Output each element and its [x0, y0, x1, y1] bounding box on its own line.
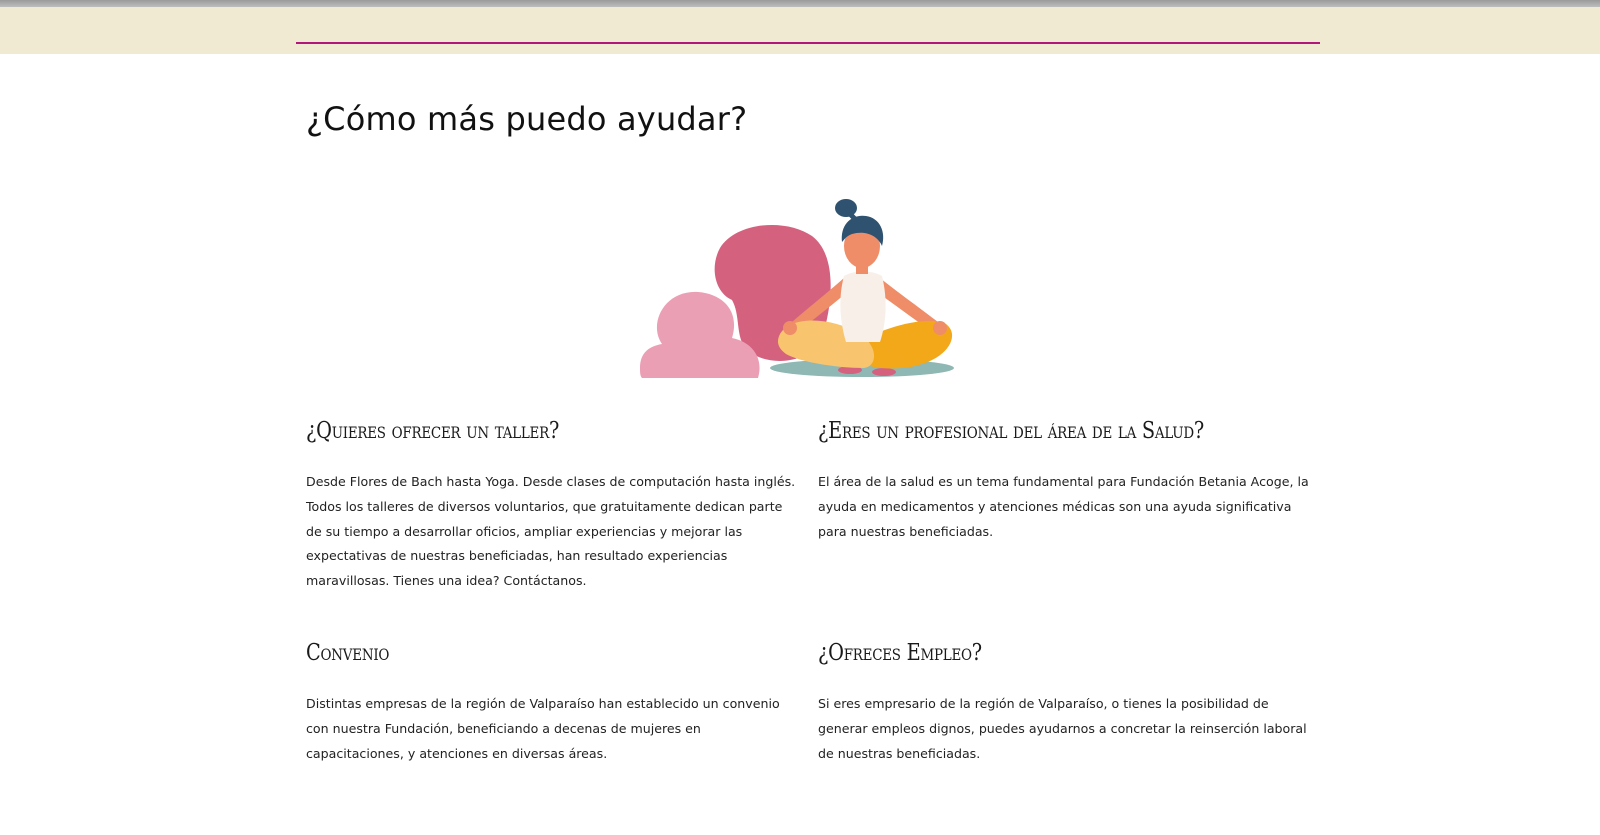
right-foot: [872, 368, 896, 376]
right-hand: [933, 321, 947, 335]
section-text: Distintas empresas de la región de Valpa…: [306, 696, 780, 761]
section-title: ¿Eres un profesional del área de la Salu…: [818, 418, 1205, 444]
header-divider: [296, 42, 1320, 44]
section-title: Convenio: [306, 640, 390, 666]
page-title: ¿Cómo más puedo ayudar?: [306, 100, 748, 138]
site-header: [0, 7, 1600, 54]
section-text: Desde Flores de Bach hasta Yoga. Desde c…: [306, 474, 796, 589]
section-health-professional: ¿Eres un profesional del área de la Salu…: [818, 418, 1310, 544]
section-title: ¿Ofreces Empleo?: [818, 640, 982, 666]
section-text: Si eres empresario de la región de Valpa…: [818, 696, 1307, 761]
left-hand: [783, 321, 797, 335]
section-text: El área de la salud es un tema fundament…: [818, 474, 1309, 539]
section-agreement: Convenio Distintas empresas de la región…: [306, 640, 798, 766]
section-title: ¿Quieres ofrecer un taller?: [306, 418, 560, 444]
shirt: [840, 271, 886, 342]
section-offer-employment: ¿Ofreces Empleo? Si eres empresario de l…: [818, 640, 1310, 766]
browser-top-strip: [0, 0, 1600, 7]
meditating-woman-illustration: [640, 196, 976, 390]
section-offer-workshop: ¿Quieres ofrecer un taller? Desde Flores…: [306, 418, 798, 594]
